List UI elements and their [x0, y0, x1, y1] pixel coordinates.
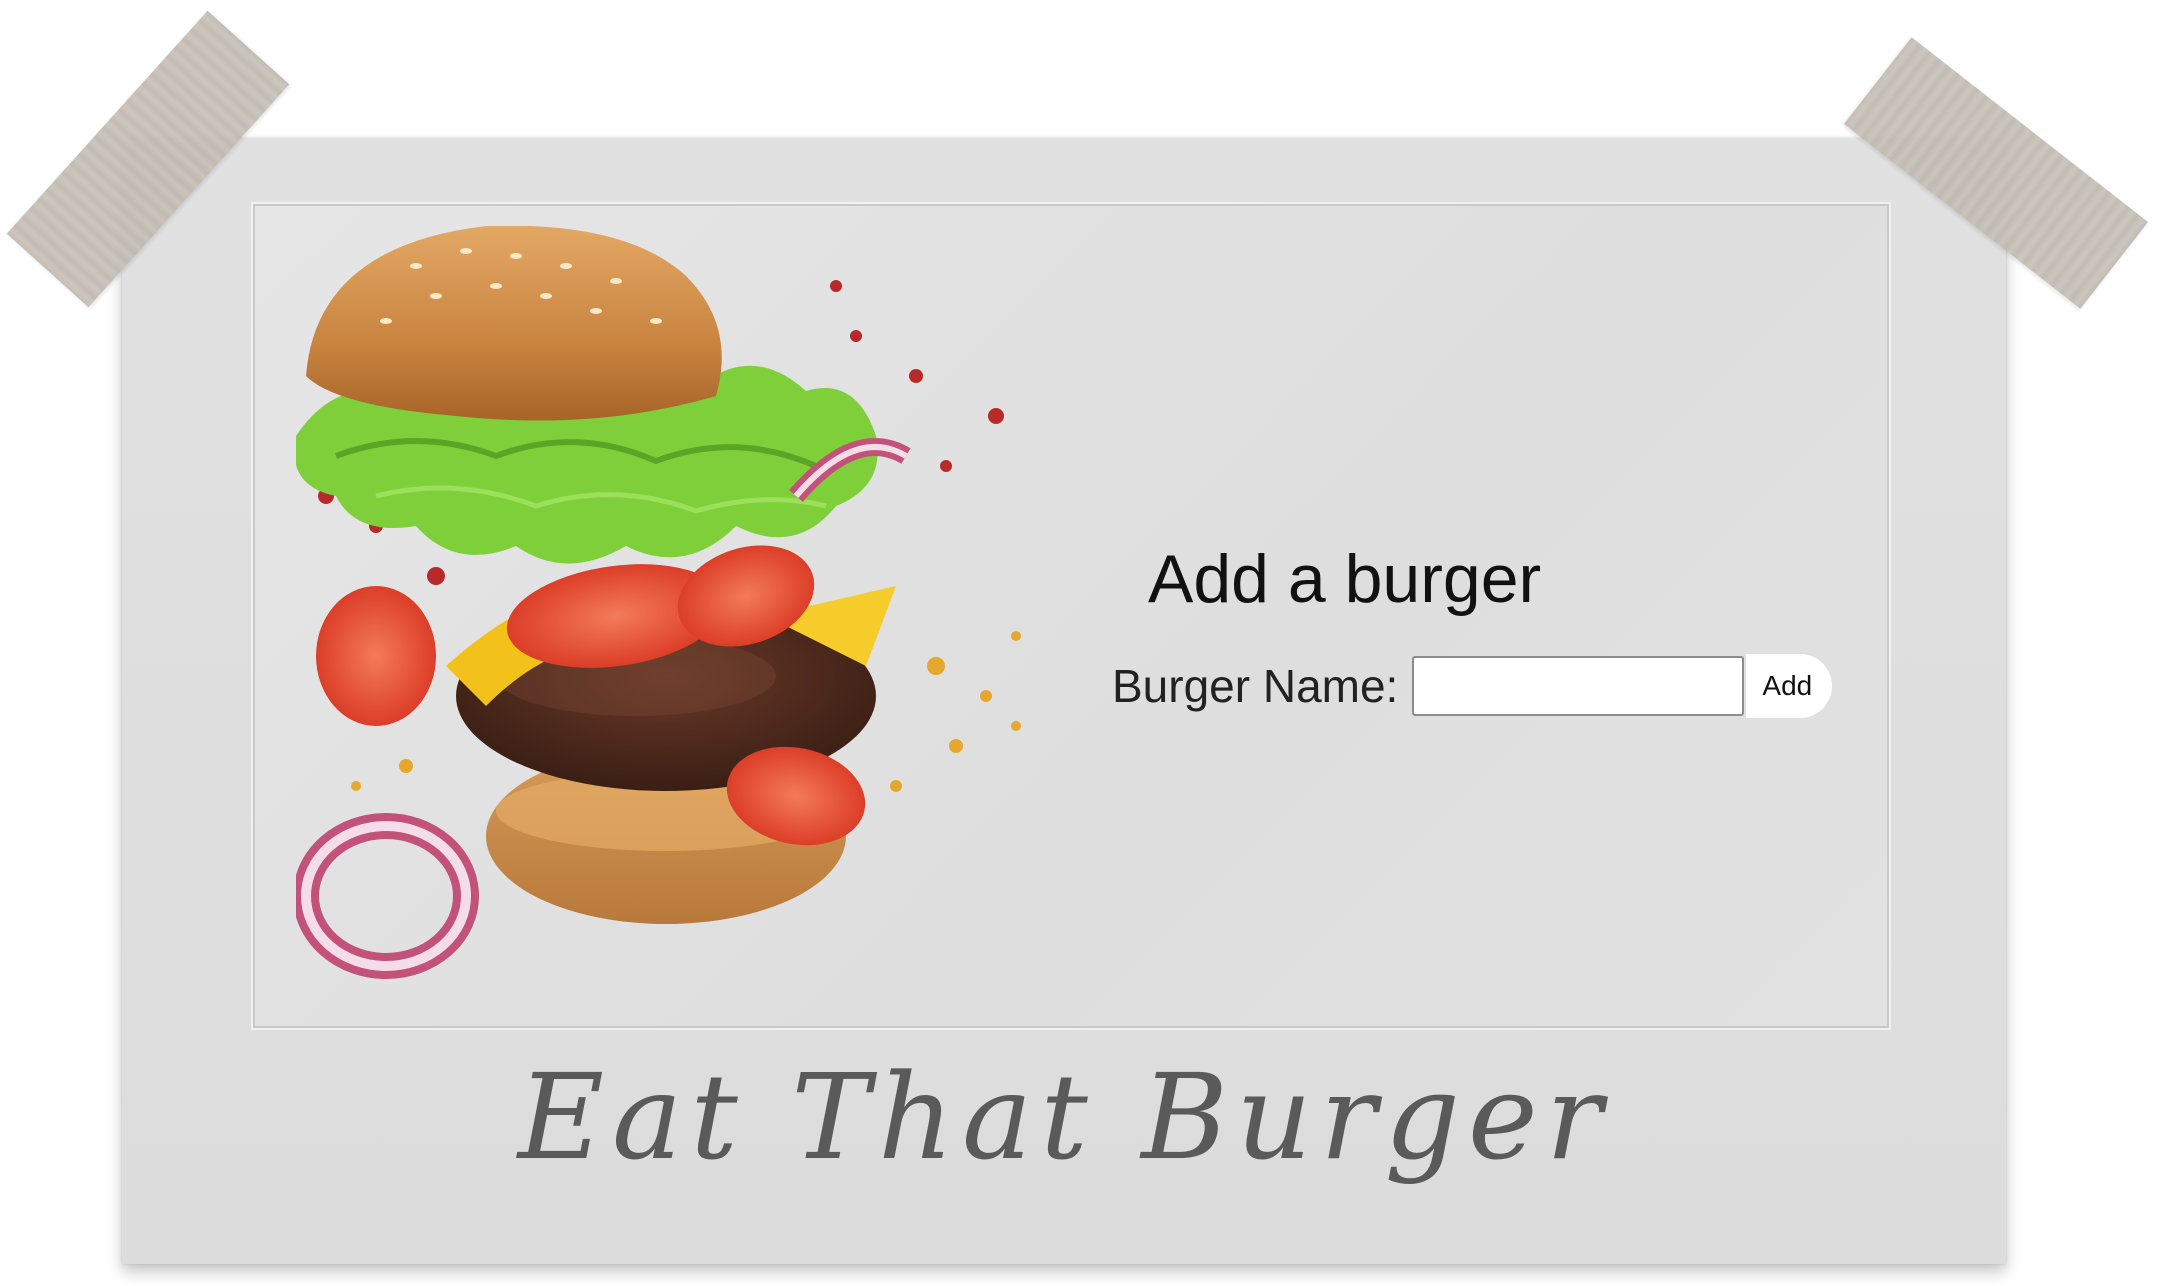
add-button[interactable]: Add — [1746, 654, 1833, 718]
form-heading: Add a burger — [1148, 541, 1542, 617]
burger-name-label: Burger Name: — [1112, 660, 1399, 712]
page: Eat That Burger Add a burger Burger Name… — [0, 0, 2172, 1286]
caption-title: Eat That Burger — [517, 1048, 1611, 1186]
form-row: Burger Name: Add — [1112, 654, 1833, 718]
burger-name-input[interactable] — [1412, 656, 1745, 716]
burger-image — [296, 226, 1021, 979]
